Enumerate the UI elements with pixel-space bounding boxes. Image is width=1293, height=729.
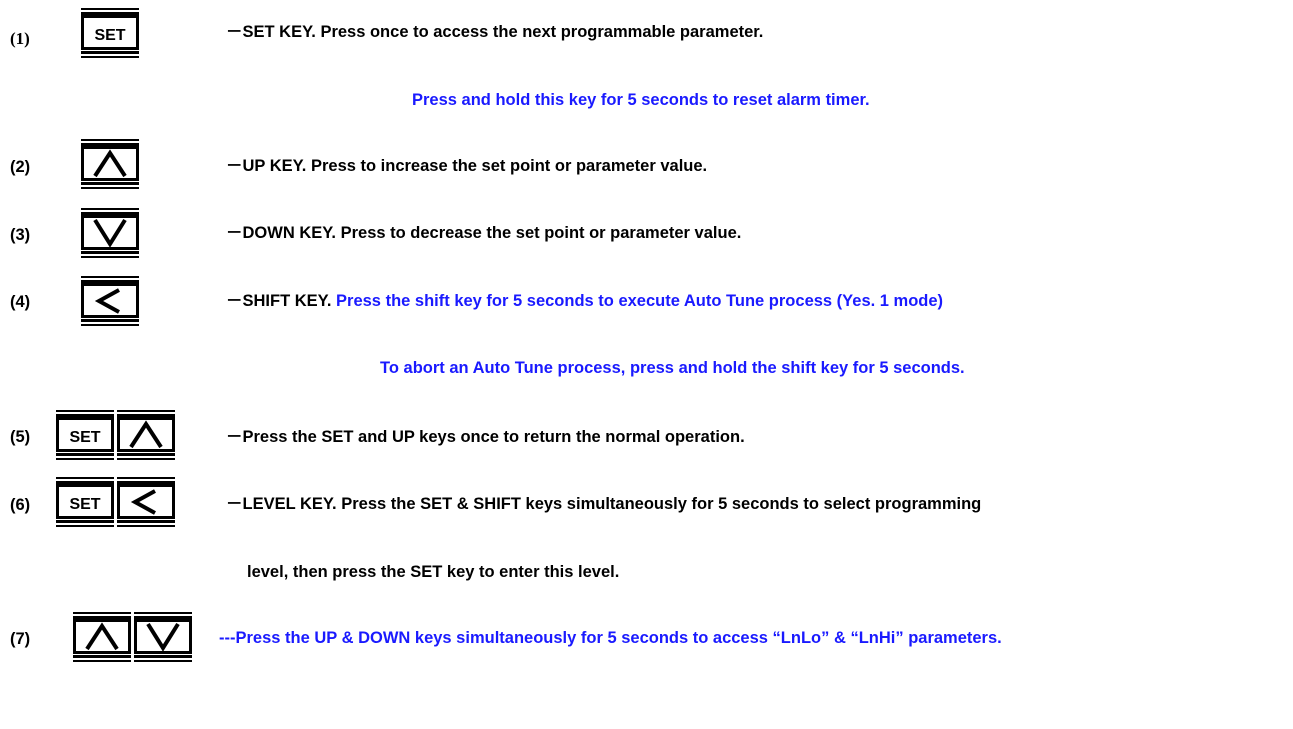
shift-left-arrow-key-icon: [117, 477, 177, 537]
item-note: To abort an Auto Tune process, press and…: [380, 359, 965, 377]
dash-prefix: －: [226, 224, 243, 242]
item-number: (6): [10, 496, 31, 514]
item-text: ---Press the UP & DOWN keys simultaneous…: [219, 628, 1002, 648]
dash-prefix: －: [226, 428, 243, 446]
set-key-icon: SET: [56, 410, 116, 470]
description-black: SET KEY. Press once to access the next p…: [242, 23, 764, 41]
item-text: －UP KEY. Press to increase the set point…: [226, 156, 707, 176]
down-arrow-key-icon: [134, 612, 194, 672]
description-black: SHIFT KEY.: [242, 292, 332, 310]
up-arrow-key-icon: [81, 139, 141, 199]
dash-prefix: －: [226, 495, 243, 513]
description-blue: ---Press the UP & DOWN keys simultaneous…: [219, 629, 1002, 647]
item-number: (1): [10, 29, 30, 48]
item-text: －Press the SET and UP keys once to retur…: [226, 427, 745, 447]
item-number: (7): [10, 630, 31, 648]
set-key-label: SET: [94, 27, 125, 44]
item-text: －SHIFT KEY. Press the shift key for 5 se…: [226, 291, 943, 311]
description-black: LEVEL KEY. Press the SET & SHIFT keys si…: [242, 495, 982, 513]
description-blue: Press the shift key for 5 seconds to exe…: [336, 292, 944, 310]
description-black: UP KEY. Press to increase the set point …: [242, 157, 708, 175]
item-number: (4): [10, 293, 31, 311]
shift-left-arrow-key-icon: [81, 276, 141, 336]
item-number: (2): [10, 158, 31, 176]
set-key-label: SET: [69, 496, 100, 513]
up-arrow-key-icon: [73, 612, 133, 672]
item-number: (5): [10, 428, 31, 446]
item-note: Press and hold this key for 5 seconds to…: [412, 91, 870, 109]
description-black: DOWN KEY. Press to decrease the set poin…: [242, 224, 742, 242]
dash-prefix: －: [226, 23, 243, 41]
set-key-label: SET: [69, 429, 100, 446]
item-text: －SET KEY. Press once to access the next …: [226, 22, 763, 42]
item-note: level, then press the SET key to enter t…: [247, 563, 620, 581]
set-key-icon: SET: [81, 8, 141, 68]
set-key-icon: SET: [56, 477, 116, 537]
dash-prefix: －: [226, 157, 243, 175]
down-arrow-key-icon: [81, 208, 141, 268]
item-text: －LEVEL KEY. Press the SET & SHIFT keys s…: [226, 494, 981, 514]
item-text: －DOWN KEY. Press to decrease the set poi…: [226, 223, 741, 243]
description-black: Press the SET and UP keys once to return…: [242, 428, 745, 446]
dash-prefix: －: [226, 292, 243, 310]
up-arrow-key-icon: [117, 410, 177, 470]
item-number: (3): [10, 226, 31, 244]
